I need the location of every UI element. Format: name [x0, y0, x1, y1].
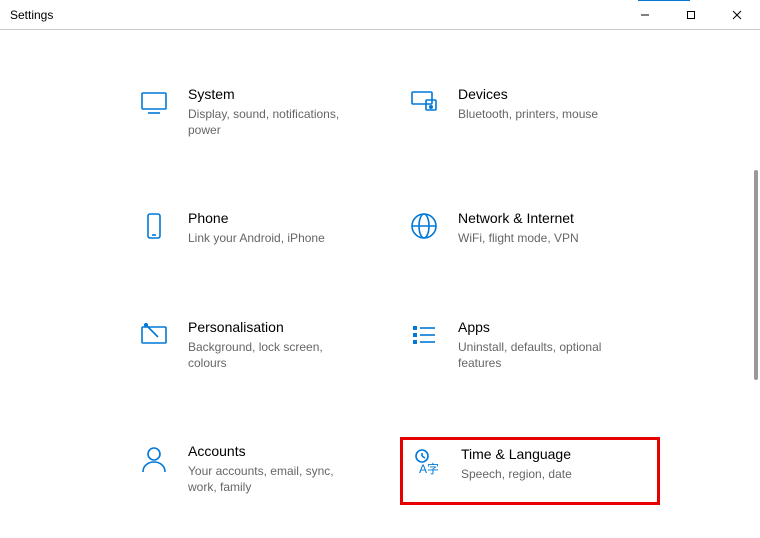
settings-grid: System Display, sound, notifications, po…	[130, 80, 700, 538]
close-button[interactable]	[714, 0, 760, 30]
tile-time-language[interactable]: A字 Time & Language Speech, region, date	[400, 437, 660, 505]
tile-desc: Display, sound, notifications, power	[188, 106, 358, 138]
tile-title: Phone	[188, 210, 325, 226]
window-controls	[622, 0, 760, 29]
tile-desc: Bluetooth, printers, mouse	[458, 106, 598, 122]
tile-devices[interactable]: Devices Bluetooth, printers, mouse	[400, 80, 660, 148]
tile-desc: Uninstall, defaults, optional features	[458, 339, 628, 371]
maximize-icon	[686, 10, 696, 20]
apps-icon	[408, 319, 440, 351]
accent-strip	[638, 0, 690, 1]
personalisation-icon	[138, 319, 170, 351]
tile-system[interactable]: System Display, sound, notifications, po…	[130, 80, 390, 148]
tile-personalisation[interactable]: Personalisation Background, lock screen,…	[130, 313, 390, 381]
network-icon	[408, 210, 440, 242]
tile-title: System	[188, 86, 358, 102]
scrollbar[interactable]	[754, 170, 758, 380]
settings-content: System Display, sound, notifications, po…	[0, 30, 760, 538]
svg-text:A字: A字	[419, 461, 439, 476]
tile-accounts[interactable]: Accounts Your accounts, email, sync, wor…	[130, 437, 390, 505]
tile-title: Devices	[458, 86, 598, 102]
close-icon	[732, 10, 742, 20]
tile-title: Accounts	[188, 443, 358, 459]
tile-phone[interactable]: Phone Link your Android, iPhone	[130, 204, 390, 256]
window-title: Settings	[10, 8, 53, 22]
phone-icon	[138, 210, 170, 242]
time-language-icon: A字	[411, 446, 443, 478]
devices-icon	[408, 86, 440, 118]
tile-desc: Speech, region, date	[461, 466, 572, 482]
tile-title: Network & Internet	[458, 210, 579, 226]
tile-title: Time & Language	[461, 446, 572, 462]
tile-desc: Background, lock screen, colours	[188, 339, 358, 371]
tile-title: Personalisation	[188, 319, 358, 335]
tile-apps[interactable]: Apps Uninstall, defaults, optional featu…	[400, 313, 660, 381]
minimize-button[interactable]	[622, 0, 668, 30]
maximize-button[interactable]	[668, 0, 714, 30]
titlebar: Settings	[0, 0, 760, 30]
tile-network[interactable]: Network & Internet WiFi, flight mode, VP…	[400, 204, 660, 256]
system-icon	[138, 86, 170, 118]
minimize-icon	[640, 10, 650, 20]
accounts-icon	[138, 443, 170, 475]
tile-desc: WiFi, flight mode, VPN	[458, 230, 579, 246]
tile-title: Apps	[458, 319, 628, 335]
tile-desc: Link your Android, iPhone	[188, 230, 325, 246]
tile-desc: Your accounts, email, sync, work, family	[188, 463, 358, 495]
